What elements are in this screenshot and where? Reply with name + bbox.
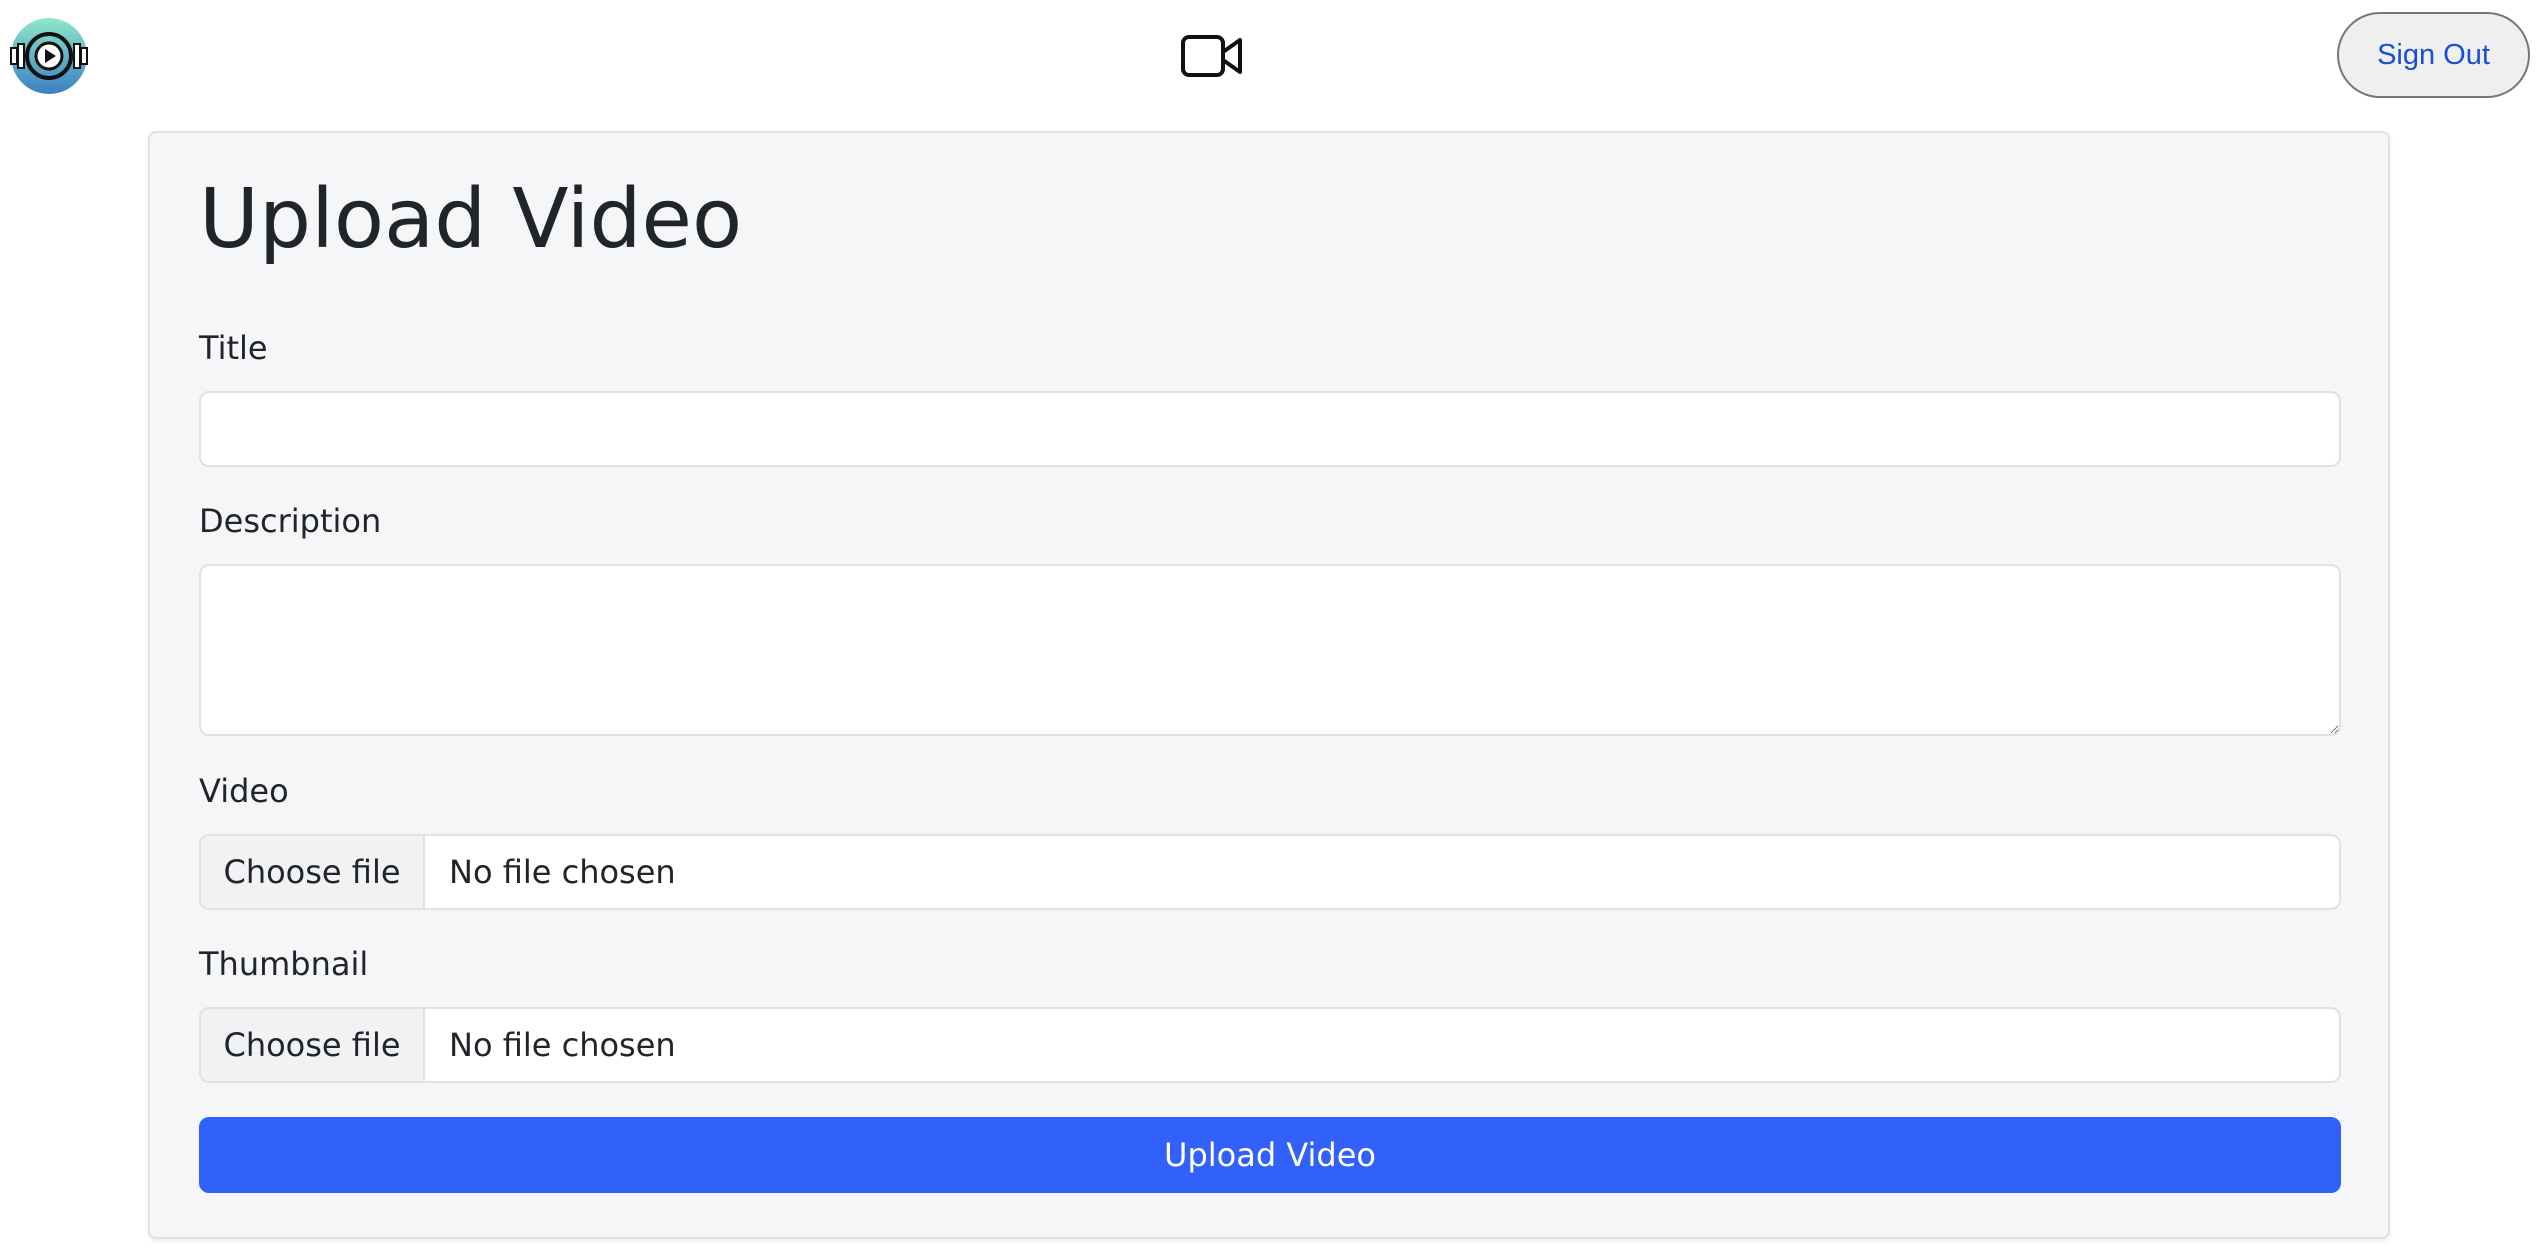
title-input[interactable]: [199, 391, 2341, 467]
video-file-input[interactable]: Choose file No file chosen: [199, 834, 2341, 910]
video-choose-file-button[interactable]: Choose file: [201, 836, 425, 908]
upload-form-card: Upload Video Title Description Video Cho…: [148, 131, 2390, 1239]
description-textarea[interactable]: [199, 564, 2341, 736]
video-file-status: No file chosen: [449, 853, 676, 891]
title-label: Title: [199, 329, 268, 367]
page-title: Upload Video: [199, 172, 743, 267]
sign-out-button[interactable]: Sign Out: [2337, 12, 2530, 98]
thumbnail-choose-file-button[interactable]: Choose file: [201, 1009, 425, 1081]
upload-video-button[interactable]: Upload Video: [199, 1117, 2341, 1193]
upload-video-page: Sign Out Upload Video Title Description …: [0, 0, 2536, 1248]
video-camera-icon[interactable]: [1180, 32, 1244, 80]
video-label: Video: [199, 772, 289, 810]
thumbnail-file-input[interactable]: Choose file No file chosen: [199, 1007, 2341, 1083]
thumbnail-file-status: No file chosen: [449, 1026, 676, 1064]
fitness-video-logo-icon[interactable]: [9, 16, 89, 96]
description-label: Description: [199, 502, 382, 540]
thumbnail-label: Thumbnail: [199, 945, 369, 983]
